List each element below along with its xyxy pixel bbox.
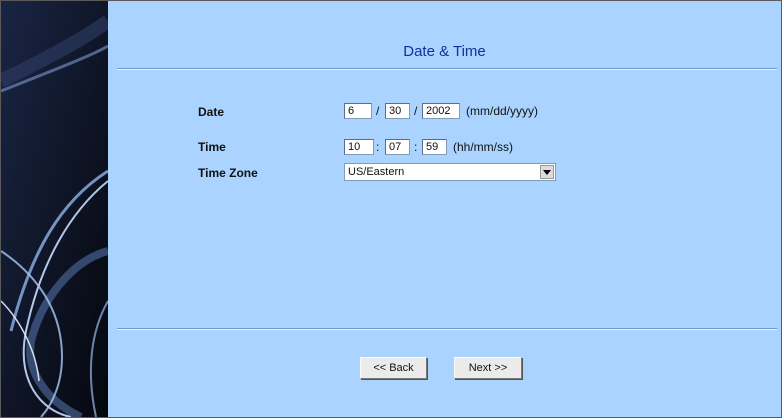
chevron-down-icon[interactable] [540, 165, 554, 179]
date-separator: / [414, 104, 418, 118]
wizard-window: Date & Time Date 6 / 30 / 2002 (mm/dd/yy… [0, 0, 782, 418]
time-format-hint: (hh/mm/ss) [453, 140, 513, 154]
date-month-input[interactable]: 6 [344, 103, 372, 119]
time-hours-input[interactable]: 10 [344, 139, 374, 155]
date-separator: / [376, 104, 380, 118]
bottom-divider [117, 328, 777, 330]
timezone-select[interactable]: US/Eastern [344, 163, 556, 181]
time-label: Time [198, 140, 226, 154]
date-format-hint: (mm/dd/yyyy) [466, 104, 538, 118]
timezone-selected-value: US/Eastern [348, 166, 405, 178]
date-year-input[interactable]: 2002 [422, 103, 460, 119]
next-button[interactable]: Next >> [454, 357, 522, 379]
decorative-sidebar [1, 1, 108, 417]
date-day-input[interactable]: 30 [385, 103, 410, 119]
time-seconds-input[interactable]: 59 [422, 139, 447, 155]
date-label: Date [198, 105, 225, 119]
swirl-artwork [1, 1, 108, 417]
time-minutes-input[interactable]: 07 [385, 139, 410, 155]
timezone-label: Time Zone [198, 166, 258, 180]
time-separator: : [414, 140, 418, 154]
main-panel: Date & Time Date 6 / 30 / 2002 (mm/dd/yy… [108, 1, 781, 417]
top-divider [117, 68, 777, 70]
back-button[interactable]: << Back [360, 357, 427, 379]
time-separator: : [376, 140, 380, 154]
page-title: Date & Time [403, 43, 486, 60]
